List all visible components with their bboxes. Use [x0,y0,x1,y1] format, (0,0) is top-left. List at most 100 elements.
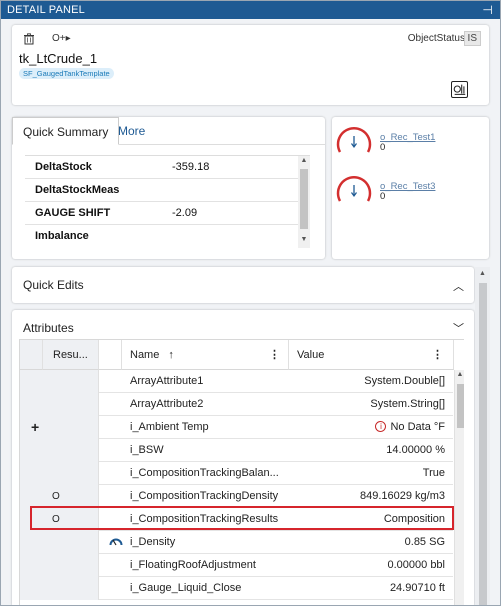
attribute-name: i_Density [130,536,176,548]
selected-row-highlight [30,506,454,530]
gauge-value: 0 [380,142,386,153]
scroll-up-arrow-icon[interactable]: ▲ [455,371,464,378]
summary-row: DeltaStockMeas [25,179,298,202]
row-result-cell [20,370,99,393]
table-row[interactable]: + i_Ambient Temp i No Data °F [20,416,453,439]
gauge-icon [109,538,123,546]
attribute-value: No Data °F [390,421,445,433]
attributes-title: Attributes [23,321,74,335]
summary-row-name: DeltaStockMeas [35,184,120,196]
summary-row: GAUGE SHIFT -2.09 [25,202,298,225]
chevron-up-icon[interactable]: ︿ [453,278,464,294]
row-result-cell [20,531,99,554]
attribute-name: i_BSW [130,444,164,456]
table-row[interactable]: ArrayAttribute2 System.String[] [20,393,453,416]
table-row[interactable]: O i_CompositionTrackingDensity 849.16029… [20,485,453,508]
tank-gauge-icon[interactable] [451,81,468,98]
table-row[interactable]: i_BSW 14.00000 % [20,439,453,462]
summary-grid: DeltaStock -359.18 DeltaStockMeas GAUGE … [25,155,310,248]
sort-ascending-icon[interactable]: ↑ [168,349,174,361]
table-row[interactable]: i_Density 0.85 SG [20,531,453,554]
object-header-card: O+▸ ObjectStatus IS tk_LtCrude_1 SF_Gaug… [12,25,489,105]
attribute-name: i_CompositionTrackingBalan... [130,467,279,479]
pin-icon[interactable]: ⊣ [482,1,493,19]
summary-tab-bar: Quick Summary More [12,117,325,145]
gauge-dial-icon [336,176,372,202]
trash-icon[interactable] [23,33,35,45]
row-result-cell [20,439,99,462]
attribute-value: 0.85 SG [404,536,445,548]
attribute-value: System.Double[] [364,375,445,387]
attribute-value: 24.90710 ft [389,582,445,594]
warning-icon: i [375,421,387,432]
summary-row: DeltaStock -359.18 [25,156,298,179]
attributes-table: Resu... Name ↑ ⋮ Value ⋮ ArrayAttribute1… [19,339,464,605]
table-scrollbar[interactable]: ▲ [454,370,464,605]
table-scroll-thumb[interactable] [457,384,464,428]
attribute-value: 14.00000 % [386,444,445,456]
table-row[interactable]: i_CompositionTrackingBalan... True [20,462,453,485]
attribute-name: i_Gauge_Liquid_Close [130,582,242,594]
attributes-section: Attributes ﹀ Resu... Name ↑ ⋮ Value ⋮ Ar… [12,310,474,605]
gauge-value: 0 [380,191,386,202]
attribute-name: ArrayAttribute1 [130,375,204,387]
panel-scroll-thumb[interactable] [479,283,487,605]
gauges-card: o_Rec_Test1 0 o_Rec_Test3 0 [332,117,489,259]
column-header-value[interactable]: Value ⋮ [289,340,454,370]
gauge-dial-icon [336,127,372,153]
summary-row-name: Imbalance [35,230,89,242]
summary-row: Imbalance [25,225,298,248]
summary-scrollbar[interactable]: ▲ ▼ [298,156,310,248]
column-name-label: Name [130,349,160,361]
summary-row-value: -359.18 [172,161,210,173]
row-result-cell: O [20,485,99,508]
quick-summary-card: Quick Summary More DeltaStock -359.18 De… [12,117,325,259]
table-row[interactable]: i_FloatingRoofAdjustment 0.00000 bbl [20,554,453,577]
column-header-name[interactable]: Name ↑ ⋮ [122,340,289,370]
table-header-icon-col [99,340,122,370]
gauge-widget[interactable]: o_Rec_Test1 0 [334,122,484,162]
attribute-name: i_CompositionTrackingDensity [130,490,279,502]
summary-row-value: -2.09 [172,207,198,219]
detail-panel: DETAIL PANEL ⊣ O+▸ ObjectStatus IS tk_Lt… [0,0,501,606]
attribute-value: 849.16029 kg/m3 [359,490,445,502]
panel-scrollbar[interactable]: ▲ [475,267,490,605]
table-row[interactable]: i_Gauge_Liquid_Close 24.90710 ft [20,577,453,600]
expand-plus-icon[interactable]: + [31,416,39,439]
attribute-value: True [422,467,445,479]
object-status-label: ObjectStatus [407,33,465,44]
scroll-down-arrow-icon[interactable]: ▼ [298,236,310,243]
chevron-down-icon[interactable]: ﹀ [453,320,464,336]
attribute-value: 0.00000 bbl [387,559,446,571]
summary-row-name: GAUGE SHIFT [35,207,111,219]
sequence-icon[interactable]: O+▸ [52,33,71,44]
object-name: tk_LtCrude_1 [19,51,98,66]
quick-edits-section[interactable]: Quick Edits ︿ [12,267,474,303]
column-header-result[interactable]: Resu... [43,340,99,370]
row-result-cell [20,393,99,416]
tab-quick-summary[interactable]: Quick Summary [12,117,120,145]
quick-edits-title: Quick Edits [23,278,84,292]
row-result-cell: + [20,416,99,439]
table-row[interactable]: ArrayAttribute1 System.Double[] [20,370,453,393]
attribute-value-cell: i No Data °F [375,416,445,439]
column-menu-icon[interactable]: ⋮ [432,340,443,370]
attribute-value: System.String[] [370,398,445,410]
summary-scroll-thumb[interactable] [300,169,308,229]
attribute-name: i_FloatingRoofAdjustment [130,559,256,571]
gauge-name-link[interactable]: o_Rec_Test1 [380,132,435,143]
panel-title: DETAIL PANEL [7,4,85,16]
summary-row-name: DeltaStock [35,161,92,173]
scroll-up-arrow-icon[interactable]: ▲ [475,270,490,277]
status-badge: IS [463,31,481,46]
gauge-name-link[interactable]: o_Rec_Test3 [380,181,435,192]
template-tag[interactable]: SF_GaugedTankTemplate [19,68,114,79]
row-result-cell [20,577,99,600]
row-result-cell [20,462,99,485]
column-value-label: Value [297,349,325,361]
panel-title-bar: DETAIL PANEL ⊣ [1,1,500,19]
gauge-widget[interactable]: o_Rec_Test3 0 [334,171,484,211]
scroll-up-arrow-icon[interactable]: ▲ [298,157,310,164]
column-menu-icon[interactable]: ⋮ [269,340,280,370]
tab-more[interactable]: More [108,117,155,145]
